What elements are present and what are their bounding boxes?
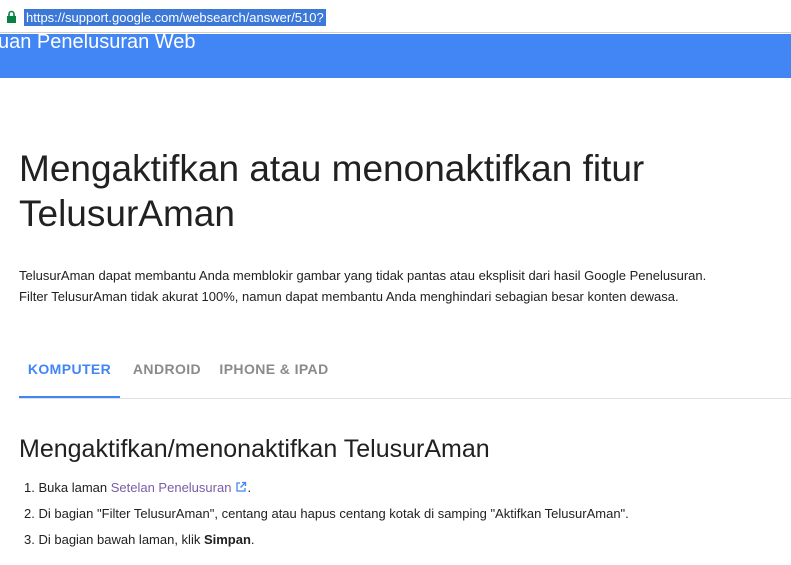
list-item: 2. Di bagian "Filter TelusurAman", centa… bbox=[24, 503, 629, 529]
header-banner: uan Penelusuran Web bbox=[0, 31, 791, 78]
step-number: 1. bbox=[24, 480, 35, 495]
save-keyword: Simpan bbox=[203, 532, 251, 547]
step-number: 2. bbox=[24, 506, 35, 521]
step-suffix: . bbox=[250, 532, 255, 547]
list-item: 1. Buka laman Setelan Penelusuran . bbox=[24, 477, 629, 503]
step-number: 3. bbox=[24, 532, 35, 547]
address-bar[interactable]: https://support.google.com/websearch/ans… bbox=[0, 0, 791, 33]
intro-line-2: Filter TelusurAman tidak akurat 100%, na… bbox=[19, 289, 679, 304]
list-item: 3. Di bagian bawah laman, klik Simpan. bbox=[24, 529, 629, 555]
step-text: Di bagian "Filter TelusurAman", centang … bbox=[38, 506, 629, 521]
tab-iphone-ipad[interactable]: IPHONE & IPAD bbox=[219, 350, 329, 396]
external-link-icon[interactable] bbox=[235, 481, 247, 493]
step-text: Buka laman bbox=[38, 480, 111, 495]
tab-komputer[interactable]: KOMPUTER bbox=[19, 350, 120, 398]
section-title: Mengaktifkan/menonaktifkan TelusurAman bbox=[19, 435, 490, 463]
page-title: Mengaktifkan atau menonaktifkan fitur Te… bbox=[19, 148, 645, 234]
step-text: Di bagian bawah laman, klik bbox=[38, 532, 204, 547]
tab-android[interactable]: ANDROID bbox=[131, 350, 203, 396]
url-text[interactable]: https://support.google.com/websearch/ans… bbox=[24, 9, 326, 26]
search-settings-link[interactable]: Setelan Penelusuran bbox=[111, 480, 232, 495]
lock-icon bbox=[7, 10, 16, 23]
step-suffix: . bbox=[247, 480, 252, 495]
steps-list: 1. Buka laman Setelan Penelusuran . 2. D… bbox=[24, 477, 629, 555]
intro-line-1: TelusurAman dapat membantu Anda membloki… bbox=[19, 268, 707, 283]
intro-text: TelusurAman dapat membantu Anda membloki… bbox=[19, 265, 789, 307]
banner-title[interactable]: uan Penelusuran Web bbox=[0, 31, 196, 54]
platform-tabs: KOMPUTER ANDROID IPHONE & IPAD bbox=[19, 350, 791, 399]
